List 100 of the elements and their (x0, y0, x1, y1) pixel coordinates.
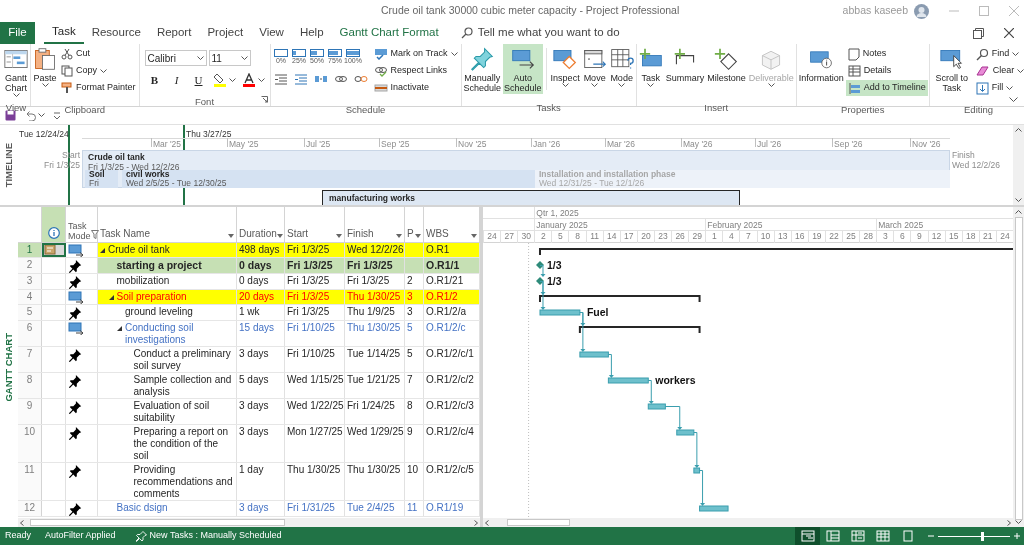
fill-color-button[interactable] (212, 72, 236, 88)
task-bar[interactable] (647, 403, 666, 410)
ribbon-button[interactable]: Gantt Chart (3, 44, 29, 94)
column-header[interactable]: Start (285, 207, 345, 242)
timescale-label: 24 (487, 230, 497, 243)
ribbon-button[interactable]: Add to Timeline (845, 80, 928, 96)
ribbon-button[interactable]: Inspect (549, 44, 581, 94)
timeline-month: May '25 (229, 138, 259, 151)
row-number[interactable]: 9 (18, 399, 42, 424)
scrollbar[interactable] (1013, 125, 1024, 205)
scrollbar[interactable] (483, 518, 1013, 527)
zoom-slider[interactable] (938, 531, 1010, 541)
eraser-icon (975, 65, 990, 77)
timeline-bar-title: Soil (89, 170, 105, 179)
ribbon-tab[interactable]: Task (44, 22, 84, 44)
schedule-tool-button[interactable] (272, 71, 290, 87)
format-button[interactable]: B (146, 72, 163, 88)
timeline-bar[interactable]: Soil Fri (85, 170, 118, 188)
format-button[interactable]: I (168, 72, 185, 88)
range-marker-line[interactable] (68, 125, 70, 205)
row-number[interactable]: 4 (18, 290, 42, 304)
ribbon-button[interactable]: Manually Schedule (462, 44, 503, 94)
font-color-button[interactable] (241, 72, 265, 88)
row-number[interactable]: 5 (18, 305, 42, 320)
ribbon-button[interactable]: Auto Schedule (503, 44, 543, 94)
table-cell: 5 (407, 348, 413, 359)
column-header[interactable]: Duration (237, 207, 285, 242)
ribbon-button[interactable]: Cut (59, 46, 138, 62)
ribbon-tab[interactable]: View (251, 22, 292, 44)
ribbon-button[interactable]: Summary (664, 44, 706, 94)
task-bar[interactable] (607, 377, 649, 384)
ribbon-button[interactable]: Move (581, 44, 608, 94)
scrollbar[interactable] (18, 518, 480, 527)
timescale-label: 8 (575, 230, 580, 243)
ribbon-button[interactable]: Mode (608, 44, 635, 94)
format-button[interactable]: U (190, 72, 207, 88)
row-number[interactable]: 7 (18, 347, 42, 372)
column-header[interactable]: P (405, 207, 424, 242)
timescale-label: 5 (558, 230, 563, 243)
summary-bar[interactable] (539, 295, 701, 303)
dropdown-icon (276, 234, 283, 238)
summary-bar[interactable] (539, 248, 1013, 256)
ribbon-tab[interactable]: Resource (83, 22, 149, 44)
scrollbar[interactable] (1013, 207, 1024, 527)
ribbon-button[interactable]: Task (637, 44, 664, 94)
ribbon-button[interactable]: Clear (973, 63, 1024, 79)
ribbon-button[interactable]: Scroll to Task (930, 44, 973, 94)
font-size-field[interactable]: 11 (208, 50, 251, 66)
row-number[interactable]: 10 (18, 425, 42, 462)
column-header[interactable]: Task Mode (66, 207, 98, 242)
ribbon-tab[interactable]: Report (148, 22, 200, 44)
font-name-field[interactable]: Calibri (144, 50, 207, 66)
view-shortcut-button[interactable] (795, 527, 820, 545)
search-field[interactable]: Tell me what you want to do (477, 24, 678, 42)
row-number[interactable]: 8 (18, 373, 42, 398)
column-header[interactable] (42, 207, 66, 242)
ribbon-button[interactable]: Format Painter (59, 80, 138, 96)
ribbon-tab[interactable]: Project (199, 22, 252, 44)
timeline-bar[interactable]: civil works Wed 2/5/25 - Tue 12/30/25 (122, 170, 535, 188)
caret-icon (1006, 85, 1014, 91)
column-header[interactable]: Finish (345, 207, 405, 242)
table-cell: O.R1/2/a (426, 306, 467, 317)
row-number[interactable]: 12 (18, 501, 42, 516)
undo-button[interactable] (24, 110, 45, 121)
ribbon-button[interactable]: Paste (32, 44, 58, 94)
table-cell: Fri 1/3/25 (287, 275, 330, 286)
task-bar[interactable] (693, 467, 701, 474)
slider-thumb[interactable] (981, 531, 985, 541)
caret-icon (561, 83, 569, 88)
ribbon-button[interactable]: Notes (845, 46, 928, 62)
active-cell[interactable] (42, 243, 66, 257)
window-title: Crude oil tank 30000 cubic meter capacity - Project Professional (381, 3, 680, 19)
ribbon-tab[interactable]: Help (291, 22, 332, 44)
ribbon-button[interactable]: Respect Links (371, 63, 460, 79)
customize-toolbar-button[interactable] (53, 111, 61, 120)
row-number[interactable]: 11 (18, 463, 42, 500)
file-tab[interactable]: File (0, 22, 35, 44)
ribbon-button[interactable]: Details (845, 63, 928, 79)
avatar-icon (914, 3, 929, 19)
ribbon-button[interactable]: Milestone (706, 44, 747, 94)
ribbon-button[interactable]: Fill (973, 80, 1024, 96)
row-number[interactable]: 2 (18, 258, 42, 273)
close-icon (1004, 28, 1014, 38)
summary-bar[interactable] (578, 326, 701, 334)
timeline-bar-dates: Wed 2/5/25 - Tue 12/30/25 (126, 179, 227, 188)
table-cell: 5 days (239, 374, 269, 385)
ribbon-button[interactable]: Mark on Track (371, 46, 460, 62)
save-button[interactable] (5, 110, 16, 121)
row-number[interactable]: 3 (18, 274, 42, 289)
ribbon-button[interactable]: Copy (59, 63, 138, 79)
ribbon-button[interactable]: Find (973, 46, 1024, 62)
row-number[interactable]: 1 (18, 243, 42, 257)
timescale-label: 7 (746, 230, 751, 243)
timescale-label: Qtr 1, 2025 (536, 207, 579, 220)
timeline-callout[interactable]: manufacturing works (322, 190, 740, 205)
row-number[interactable]: 6 (18, 321, 42, 346)
column-header[interactable]: Task Name (98, 207, 237, 242)
ribbon-button[interactable]: Information (797, 44, 845, 94)
ribbon-tab[interactable]: Gantt Chart Format (331, 22, 447, 44)
ribbon-button[interactable]: Inactivate (371, 80, 460, 96)
